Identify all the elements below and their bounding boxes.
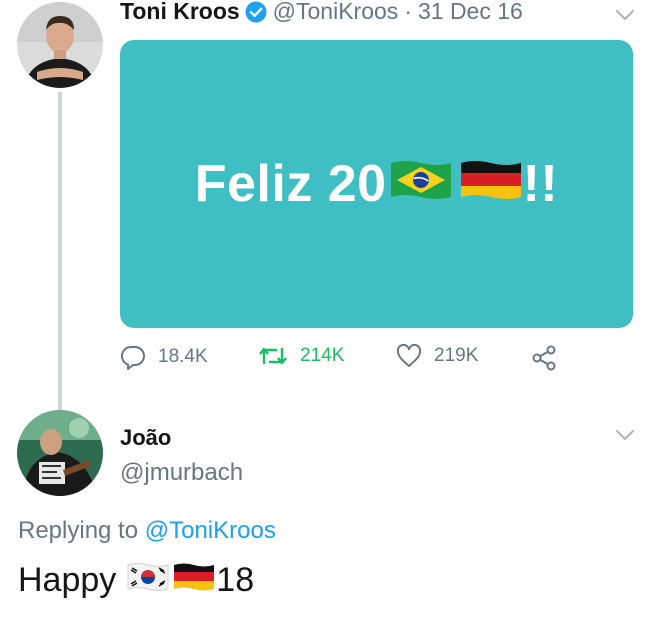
like-button[interactable]: 219K <box>396 344 478 368</box>
media-text-suffix: !! <box>522 155 559 213</box>
header-separator: · <box>404 0 412 24</box>
tweet-media-image[interactable]: Feliz 20 !! <box>120 40 633 328</box>
reply-button[interactable]: 18.4K <box>120 344 208 370</box>
reply-text-prefix: Happy <box>18 561 117 599</box>
tweet-menu-chevron-icon[interactable] <box>615 8 635 26</box>
toni-kroos-avatar[interactable] <box>17 2 103 88</box>
retweet-count: 214K <box>300 345 345 366</box>
verified-badge-icon <box>245 1 267 23</box>
reply-body-text: Happy 18 <box>18 560 254 601</box>
tweet-date[interactable]: 31 Dec 16 <box>418 0 523 25</box>
germany-flag-icon <box>172 560 216 601</box>
tweet-action-bar: 18.4K 214K 219K <box>120 344 580 374</box>
reply-count: 18.4K <box>158 346 208 367</box>
author-name[interactable]: Toni Kroos <box>120 0 240 25</box>
media-caption: Feliz 20 !! <box>195 154 559 214</box>
share-button[interactable] <box>530 344 570 372</box>
replying-to-link[interactable]: @ToniKroos <box>145 517 276 544</box>
like-count: 219K <box>434 345 479 366</box>
thread-connector-line <box>58 92 62 410</box>
share-icon <box>532 345 556 371</box>
reply-text-suffix: 18 <box>216 561 255 599</box>
joao-avatar[interactable] <box>17 410 103 496</box>
media-text-prefix: Feliz 20 <box>194 155 387 213</box>
retweet-button[interactable]: 214K <box>258 344 344 368</box>
replying-to-line: Replying to @ToniKroos <box>18 517 276 545</box>
reply-author-name[interactable]: João <box>120 425 171 451</box>
heart-icon <box>396 344 422 367</box>
retweet-icon <box>259 347 287 365</box>
brazil-flag-icon <box>389 154 453 214</box>
author-handle[interactable]: @ToniKroos <box>273 0 399 25</box>
replying-to-label: Replying to <box>18 517 139 544</box>
germany-flag-icon <box>459 154 523 214</box>
reply-menu-chevron-icon[interactable] <box>615 428 635 446</box>
south-korea-flag-icon <box>126 560 170 601</box>
tweet-header: Toni Kroos @ToniKroos · 31 Dec 16 <box>120 0 523 25</box>
reply-icon <box>120 345 145 370</box>
reply-author-handle[interactable]: @jmurbach <box>120 459 243 487</box>
